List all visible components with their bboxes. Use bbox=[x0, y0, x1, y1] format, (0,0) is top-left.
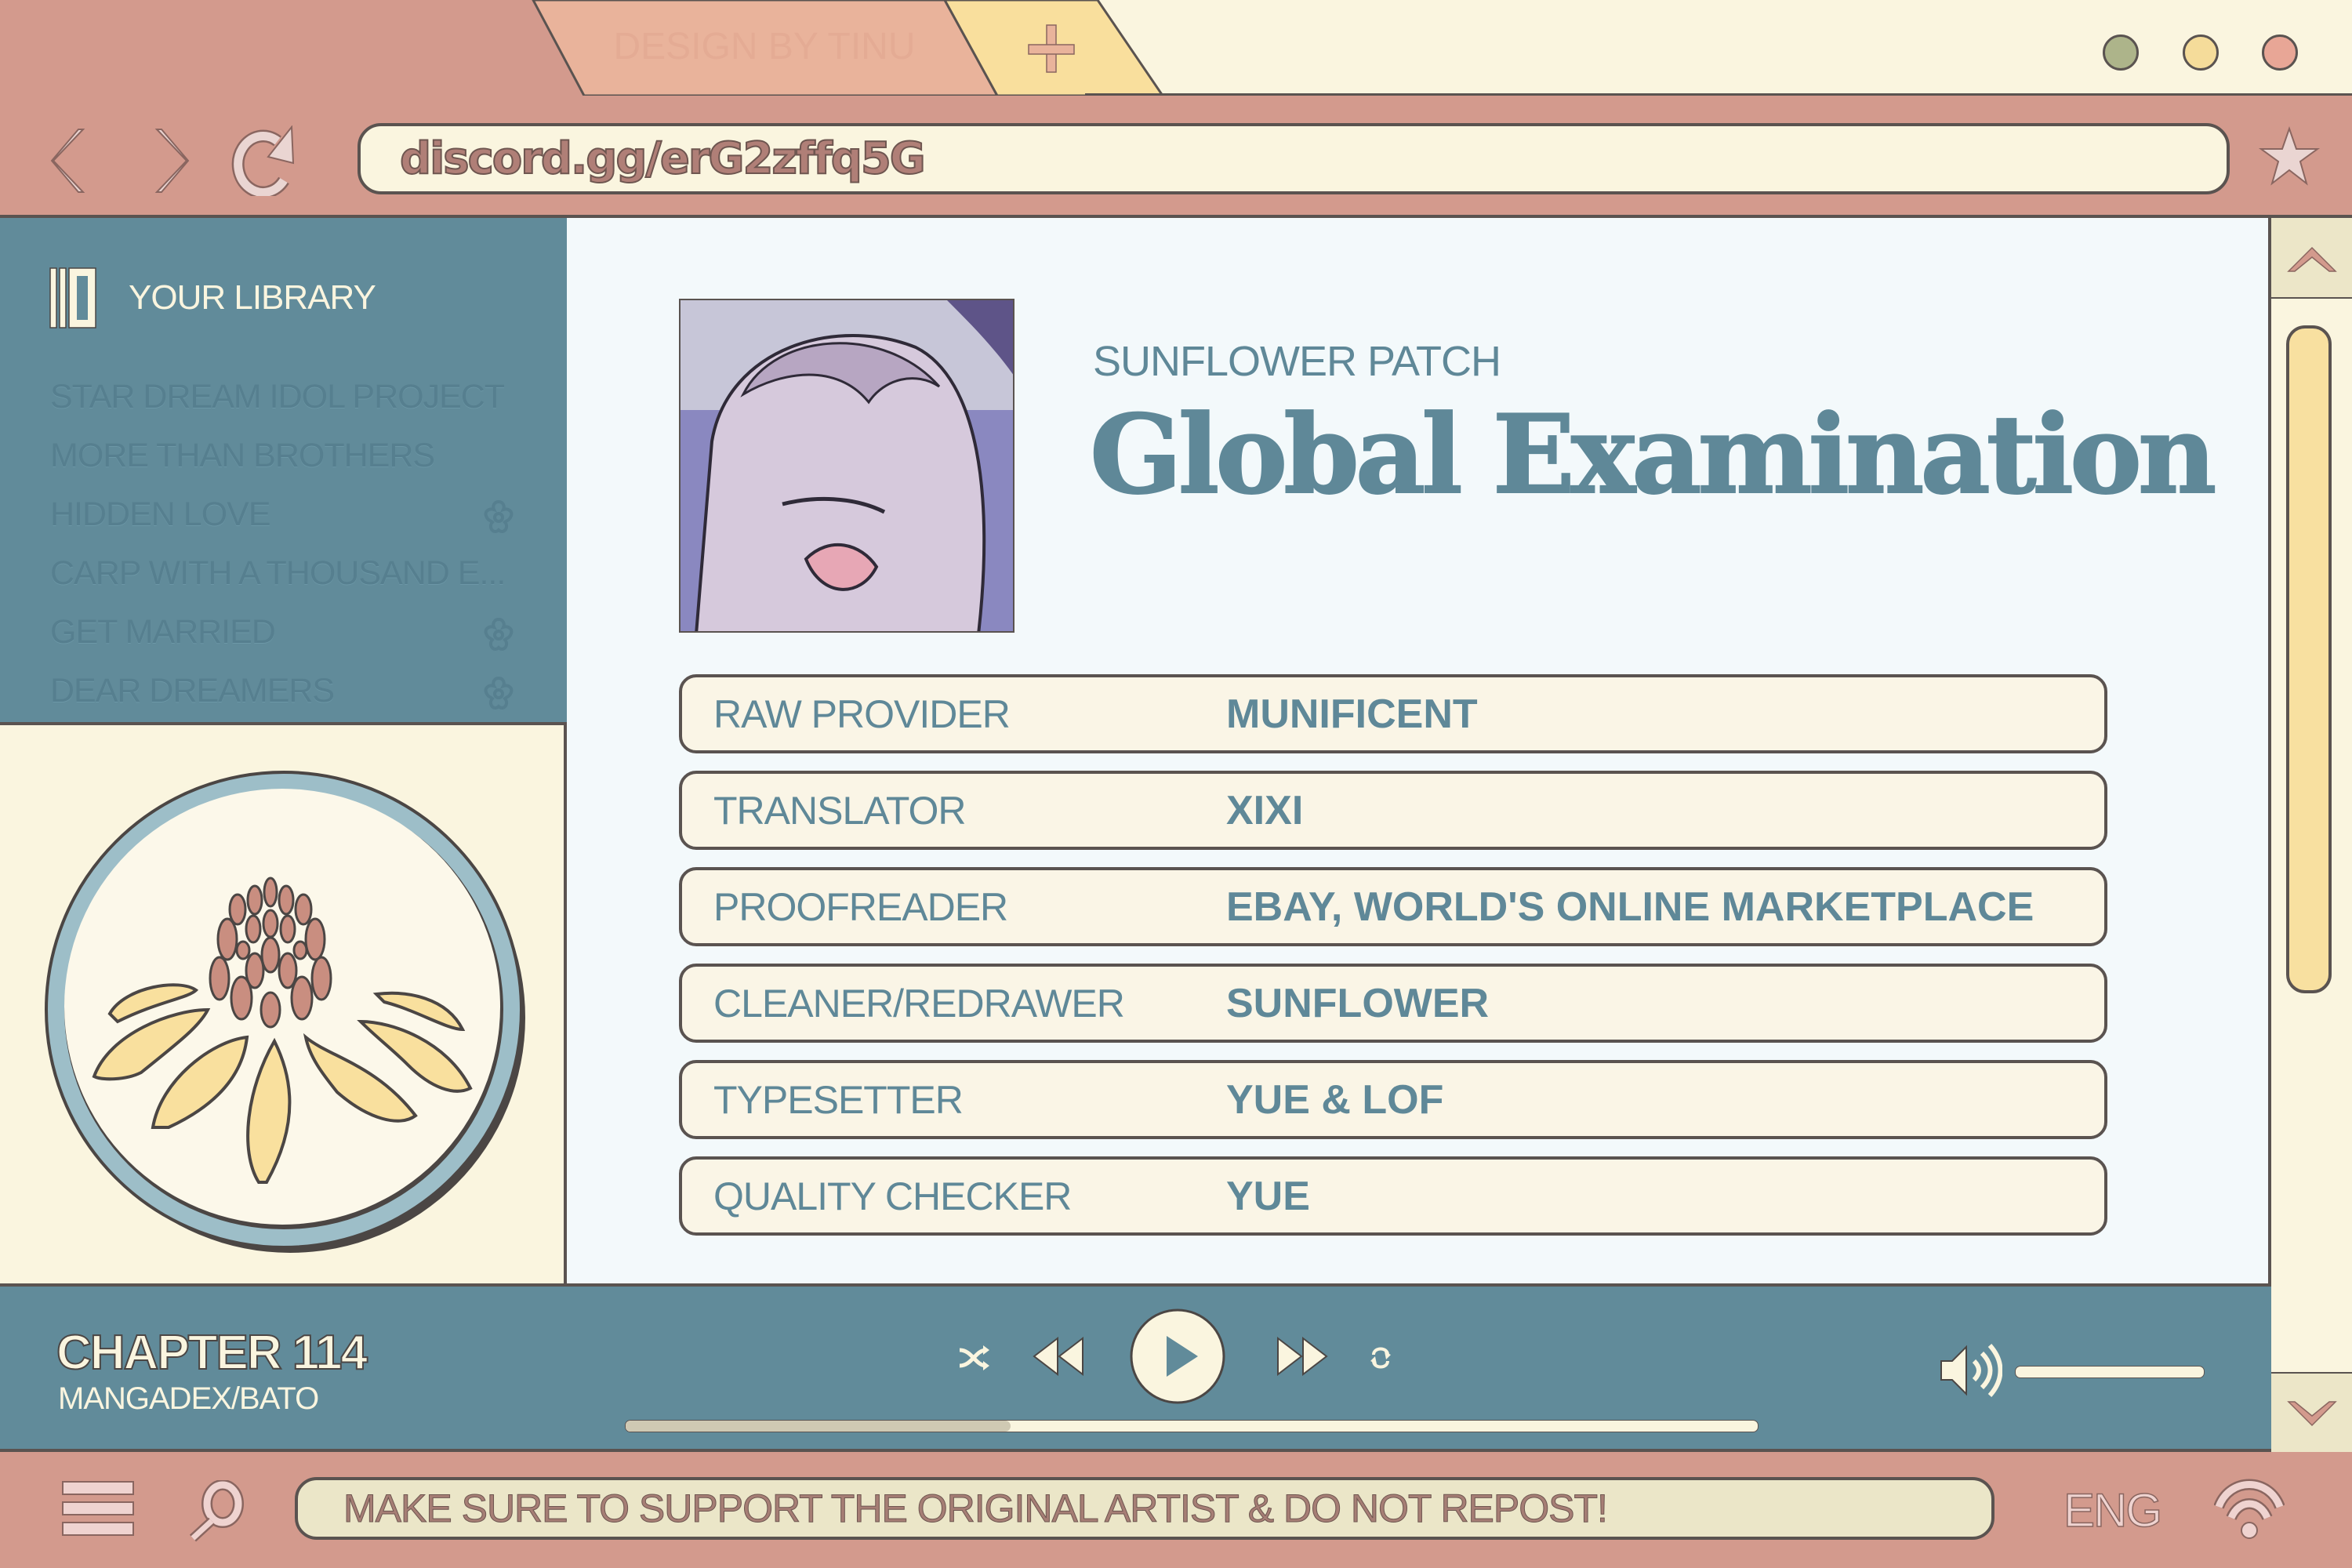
library-header[interactable]: YOUR LIBRARY bbox=[49, 267, 376, 329]
tabs: DESIGN BY TINU bbox=[532, 0, 1164, 96]
credit-role: TYPESETTER bbox=[713, 1077, 964, 1122]
url-text: discord.gg/erG2zffq5G bbox=[399, 132, 927, 185]
play-button[interactable] bbox=[1129, 1308, 1226, 1405]
sunflower-logo bbox=[45, 771, 525, 1253]
credit-role: CLEANER/REDRAWER bbox=[713, 981, 1125, 1025]
credit-row: RAW PROVIDER MUNIFICENT bbox=[679, 674, 2107, 753]
credit-name: SUNFLOWER bbox=[1226, 980, 1490, 1026]
rewind-icon[interactable] bbox=[1031, 1337, 1086, 1376]
library-item-label: DEAR DREAMERS bbox=[50, 672, 335, 710]
scanlation-group: SUNFLOWER PATCH bbox=[1093, 338, 1501, 385]
library-item[interactable]: DEAR DREAMERS bbox=[50, 672, 521, 710]
library-item-label: CARP WITH A THOUSAND E... bbox=[50, 554, 506, 592]
bookmark-star-icon[interactable] bbox=[2258, 125, 2321, 188]
search-icon[interactable] bbox=[187, 1480, 249, 1543]
credit-row: TRANSLATOR XIXI bbox=[679, 771, 2107, 850]
library-item-label: HIDDEN LOVE bbox=[50, 495, 271, 533]
library-item[interactable]: HIDDEN LOVE bbox=[50, 495, 521, 534]
repeat-icon[interactable] bbox=[1367, 1341, 1394, 1375]
credit-name: MUNIFICENT bbox=[1226, 691, 1478, 737]
library-item[interactable]: GET MARRIED bbox=[50, 613, 521, 652]
shuffle-icon[interactable] bbox=[956, 1341, 991, 1375]
library-item[interactable]: CARP WITH A THOUSAND E... bbox=[50, 554, 521, 593]
library-item-label: STAR DREAM IDOL PROJECT bbox=[50, 378, 505, 416]
library-item[interactable]: STAR DREAM IDOL PROJECT bbox=[50, 378, 521, 416]
source-label: MANGADEX/BATO bbox=[58, 1381, 319, 1416]
library-item-label: MORE THAN BROTHERS bbox=[50, 437, 435, 474]
library-item-label: GET MARRIED bbox=[50, 613, 276, 651]
back-icon[interactable] bbox=[45, 125, 94, 196]
window-minimize-button[interactable] bbox=[2103, 34, 2139, 71]
chapter-label: CHAPTER 114 bbox=[56, 1325, 368, 1381]
flower-icon bbox=[484, 499, 514, 534]
chapter-progress-fill bbox=[626, 1421, 1011, 1432]
chevron-up-icon bbox=[2287, 246, 2337, 272]
series-title: Global Examination bbox=[1089, 390, 2217, 519]
chevron-down-icon bbox=[2287, 1401, 2337, 1427]
credit-name: YUE & LOF bbox=[1226, 1076, 1444, 1123]
window-maximize-button[interactable] bbox=[2183, 34, 2219, 71]
url-input[interactable]: discord.gg/erG2zffq5G bbox=[358, 123, 2230, 194]
notice-bar: MAKE SURE TO SUPPORT THE ORIGINAL ARTIST… bbox=[295, 1477, 1994, 1540]
reload-icon[interactable] bbox=[229, 125, 301, 196]
credit-row: TYPESETTER YUE & LOF bbox=[679, 1060, 2107, 1139]
credit-name: EBAY, WORLD'S ONLINE MARKETPLACE bbox=[1226, 884, 2034, 930]
credit-role: QUALITY CHECKER bbox=[713, 1174, 1072, 1218]
scroll-up-button[interactable] bbox=[2271, 218, 2352, 299]
scroll-down-button[interactable] bbox=[2271, 1372, 2352, 1452]
tab-label: DESIGN BY TINU bbox=[614, 26, 916, 67]
notice-text: MAKE SURE TO SUPPORT THE ORIGINAL ARTIST… bbox=[343, 1486, 1609, 1531]
cover-illustration bbox=[681, 300, 1013, 631]
forward-icon[interactable] bbox=[146, 125, 194, 196]
library-item[interactable]: MORE THAN BROTHERS bbox=[50, 437, 521, 475]
window-close-button[interactable] bbox=[2262, 34, 2298, 71]
flower-icon bbox=[484, 617, 514, 652]
volume-slider[interactable] bbox=[2015, 1366, 2205, 1378]
language-indicator[interactable]: ENG bbox=[2063, 1483, 2163, 1537]
menu-icon[interactable] bbox=[61, 1480, 135, 1537]
volume-icon[interactable] bbox=[1940, 1342, 2002, 1399]
flower-icon bbox=[484, 676, 514, 710]
credit-role: TRANSLATOR bbox=[713, 788, 967, 833]
credit-row: QUALITY CHECKER YUE bbox=[679, 1156, 2107, 1236]
credit-row: PROOFREADER EBAY, WORLD'S ONLINE MARKETPL… bbox=[679, 867, 2107, 946]
library-title: YOUR LIBRARY bbox=[129, 278, 376, 317]
credit-row: CLEANER/REDRAWER SUNFLOWER bbox=[679, 964, 2107, 1043]
credit-role: PROOFREADER bbox=[713, 884, 1008, 929]
credit-name: XIXI bbox=[1226, 787, 1304, 833]
library-icon bbox=[49, 267, 96, 328]
wifi-icon[interactable] bbox=[2214, 1477, 2285, 1540]
credit-role: RAW PROVIDER bbox=[713, 691, 1011, 736]
fast-forward-icon[interactable] bbox=[1275, 1337, 1330, 1376]
credit-name: YUE bbox=[1226, 1173, 1310, 1219]
scrollbar-thumb[interactable] bbox=[2286, 325, 2332, 993]
cover-image bbox=[679, 299, 1014, 633]
chapter-progress-bar[interactable] bbox=[625, 1420, 1759, 1432]
